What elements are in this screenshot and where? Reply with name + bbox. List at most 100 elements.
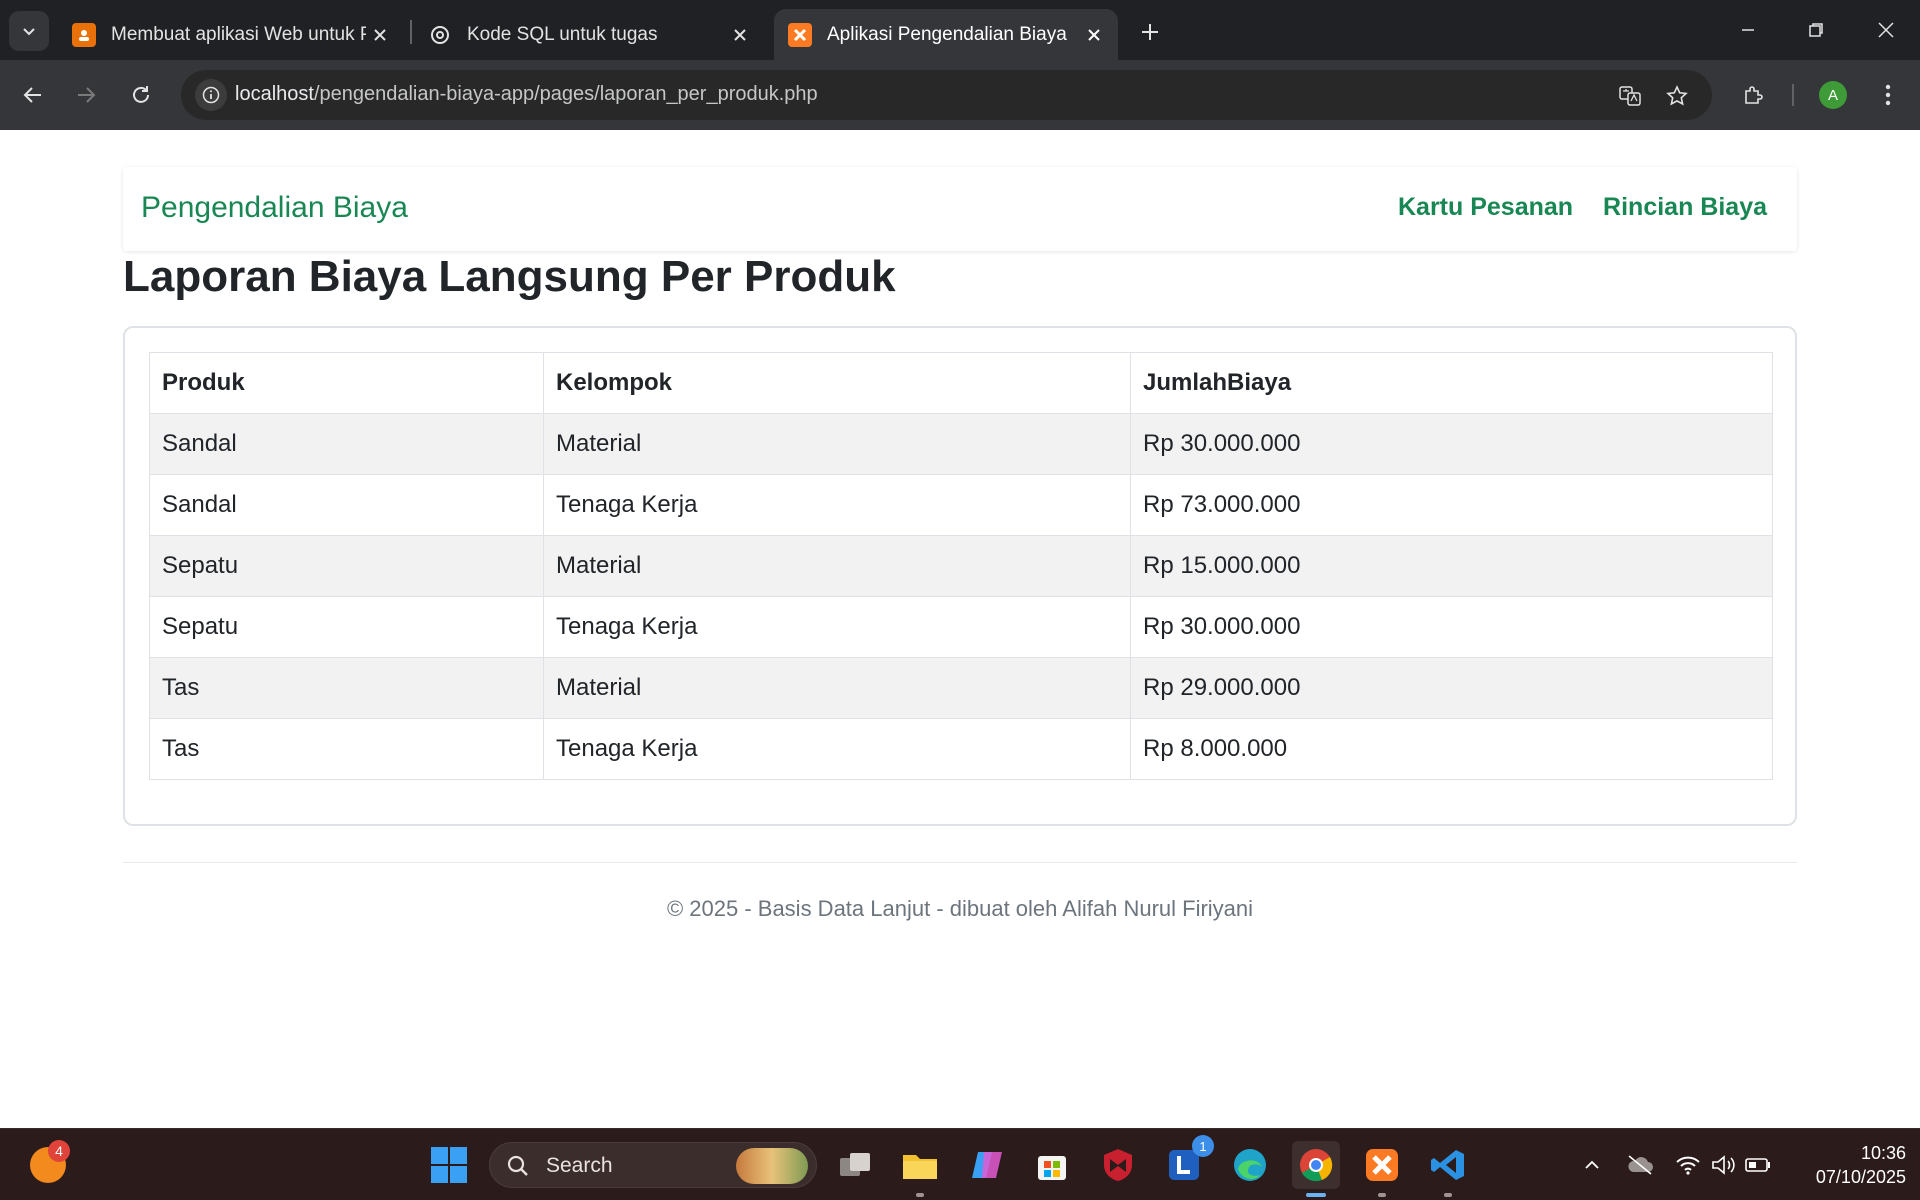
- task-view-button[interactable]: [831, 1141, 879, 1189]
- copilot-icon: [972, 1152, 1002, 1178]
- menu-button[interactable]: [1868, 75, 1908, 115]
- tab-search-button[interactable]: [9, 11, 49, 51]
- translate-icon: [1619, 86, 1641, 106]
- browser-tab-strip: Membuat aplikasi Web untuk P Kode SQL un…: [0, 0, 1920, 60]
- address-bar[interactable]: localhost/pengendalian-biaya-app/pages/l…: [181, 70, 1712, 120]
- reload-button[interactable]: [121, 75, 161, 115]
- running-indicator: [1378, 1193, 1386, 1197]
- close-window-button[interactable]: [1858, 8, 1914, 52]
- system-clock[interactable]: 10:36 07/10/2025: [1796, 1141, 1906, 1189]
- cell-kelompok: Tenaga Kerja: [543, 596, 1131, 658]
- minimize-icon: [1742, 29, 1754, 31]
- xampp-icon: [788, 22, 812, 47]
- notification-badge: 1: [1192, 1135, 1214, 1157]
- cell-kelompok: Material: [543, 657, 1131, 719]
- xampp-button[interactable]: [1358, 1141, 1406, 1197]
- battery-button[interactable]: [1742, 1149, 1774, 1181]
- cell-jumlah-biaya: Rp 73.000.000: [1130, 474, 1773, 536]
- navbar-brand[interactable]: Pengendalian Biaya: [141, 191, 408, 225]
- tab-separator: [410, 20, 412, 44]
- xampp-icon: [1366, 1149, 1398, 1181]
- browser-tab-active[interactable]: Aplikasi Pengendalian Biaya: [774, 9, 1118, 60]
- restore-button[interactable]: [1788, 8, 1844, 52]
- running-indicator: [1444, 1193, 1452, 1197]
- tab-title: Aplikasi Pengendalian Biaya: [827, 23, 1067, 45]
- cell-jumlah-biaya: Rp 15.000.000: [1130, 535, 1773, 597]
- chrome-button[interactable]: [1292, 1141, 1340, 1197]
- table-row: Tas Material Rp 29.000.000: [149, 657, 1773, 719]
- table-row: Sandal Material Rp 30.000.000: [149, 413, 1773, 475]
- star-icon: [1666, 85, 1688, 106]
- search-label: Search: [546, 1154, 613, 1177]
- table-row: Tas Tenaga Kerja Rp 8.000.000: [149, 718, 1773, 780]
- cell-jumlah-biaya: Rp 29.000.000: [1130, 657, 1773, 719]
- site-info-button[interactable]: [195, 79, 227, 111]
- table-header-row: Produk Kelompok JumlahBiaya: [149, 352, 1773, 414]
- forward-button[interactable]: [66, 75, 106, 115]
- cell-produk: Tas: [149, 718, 544, 780]
- edge-icon: [1234, 1149, 1266, 1181]
- close-icon[interactable]: [726, 21, 754, 49]
- arrow-right-icon: [78, 87, 96, 103]
- nav-link-kartu-pesanan[interactable]: Kartu Pesanan: [1398, 193, 1573, 222]
- close-icon[interactable]: [1080, 21, 1108, 49]
- wifi-button[interactable]: [1672, 1149, 1704, 1181]
- taskbar-search[interactable]: Search: [489, 1142, 817, 1188]
- mcafee-button[interactable]: [1094, 1141, 1142, 1189]
- web-page: Pengendalian Biaya Kartu Pesanan Rincian…: [0, 130, 1920, 1128]
- mcafee-shield-icon: [1104, 1149, 1132, 1181]
- nav-link-rincian-biaya[interactable]: Rincian Biaya: [1603, 193, 1767, 222]
- kebab-menu-icon: [1885, 84, 1891, 106]
- chatgpt-icon: [428, 23, 452, 47]
- cell-jumlah-biaya: Rp 30.000.000: [1130, 596, 1773, 658]
- cell-produk: Sepatu: [149, 535, 544, 597]
- store-icon: [1038, 1156, 1066, 1180]
- browser-toolbar: localhost/pengendalian-biaya-app/pages/l…: [0, 60, 1920, 130]
- table-row: Sepatu Tenaga Kerja Rp 30.000.000: [149, 596, 1773, 658]
- puzzle-icon: [1745, 86, 1763, 104]
- tab-title: Membuat aplikasi Web untuk P: [111, 23, 366, 45]
- reload-icon: [133, 86, 149, 103]
- close-icon[interactable]: [366, 21, 394, 49]
- bookmark-button[interactable]: [1661, 80, 1693, 112]
- chrome-icon: [1300, 1149, 1333, 1182]
- copilot-button[interactable]: [963, 1141, 1011, 1189]
- toolbar-divider: [1792, 84, 1794, 106]
- navbar-links: Kartu Pesanan Rincian Biaya: [1398, 193, 1767, 222]
- onedrive-button[interactable]: [1624, 1149, 1656, 1181]
- chevron-down-icon: [23, 28, 35, 36]
- minimize-button[interactable]: [1720, 8, 1776, 52]
- start-button[interactable]: [431, 1147, 467, 1183]
- extensions-button[interactable]: [1734, 75, 1774, 115]
- new-tab-button[interactable]: [1132, 14, 1168, 50]
- file-explorer-button[interactable]: [896, 1141, 944, 1197]
- cell-produk: Tas: [149, 657, 544, 719]
- volume-button[interactable]: [1708, 1149, 1740, 1181]
- lens-app-button[interactable]: 1: [1160, 1135, 1214, 1189]
- browser-tab[interactable]: Membuat aplikasi Web untuk P: [58, 9, 404, 60]
- cloud-off-icon: [1628, 1155, 1653, 1175]
- clock-date: 07/10/2025: [1815, 1167, 1906, 1187]
- url-text: localhost/pengendalian-biaya-app/pages/l…: [235, 83, 818, 106]
- translate-button[interactable]: [1614, 80, 1646, 112]
- edge-button[interactable]: [1226, 1141, 1274, 1189]
- back-button[interactable]: [13, 75, 53, 115]
- site-navbar: Pengendalian Biaya Kartu Pesanan Rincian…: [123, 167, 1797, 251]
- vscode-button[interactable]: [1424, 1141, 1472, 1197]
- battery-icon: [1745, 1158, 1770, 1172]
- tab-title: Kode SQL untuk tugas: [467, 23, 658, 45]
- cell-jumlah-biaya: Rp 30.000.000: [1130, 413, 1773, 475]
- microsoft-store-button[interactable]: [1028, 1141, 1076, 1189]
- speaker-icon: [1712, 1155, 1735, 1175]
- windows-logo-tile: [431, 1147, 448, 1164]
- taskbar: 4 Search 1 10:36 07/10/2025: [0, 1128, 1920, 1200]
- browser-tab[interactable]: Kode SQL untuk tugas: [414, 9, 764, 60]
- column-header-produk: Produk: [149, 352, 544, 414]
- cell-produk: Sandal: [149, 474, 544, 536]
- wifi-icon: [1676, 1156, 1700, 1175]
- windows-logo-tile: [450, 1147, 467, 1164]
- tray-overflow-button[interactable]: [1576, 1149, 1608, 1181]
- page-title: Laporan Biaya Langsung Per Produk: [123, 252, 896, 301]
- chevron-up-icon: [1585, 1160, 1599, 1169]
- profile-avatar[interactable]: A: [1819, 81, 1847, 109]
